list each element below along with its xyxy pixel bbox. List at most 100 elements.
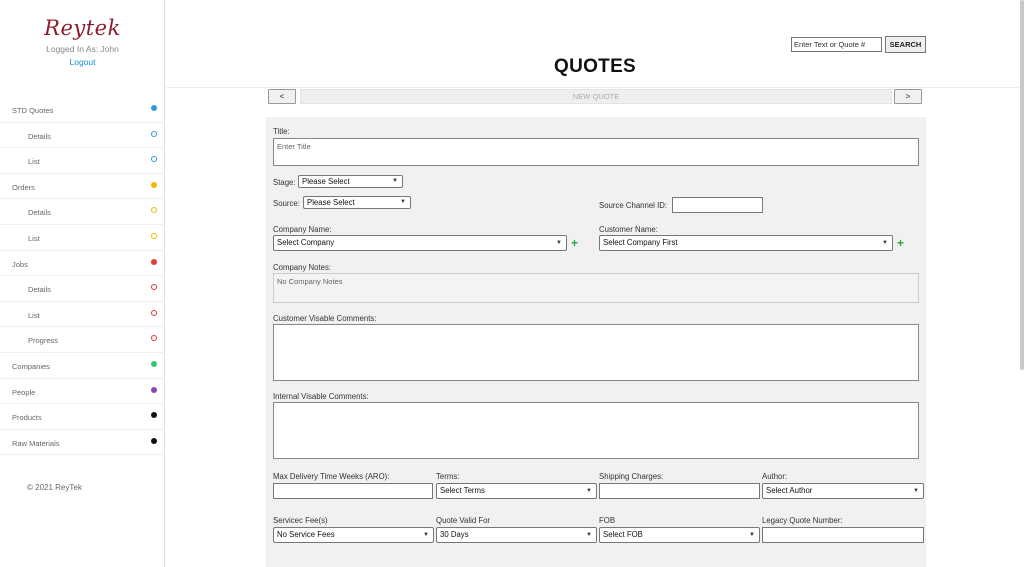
fob-select-value: Select FOB	[603, 530, 643, 539]
logged-in-label: Logged In As: John	[46, 44, 119, 54]
sidebar-item-list[interactable]: List	[0, 225, 165, 251]
page-title: QUOTES	[553, 56, 637, 77]
chevron-down-icon: ▼	[749, 532, 755, 538]
company-select-value: Select Company	[277, 238, 335, 247]
author-select[interactable]: Select Author ▼	[762, 483, 924, 499]
author-label: Author:	[762, 472, 788, 481]
dot-icon	[151, 360, 157, 367]
fob-label: FOB	[599, 516, 616, 525]
search-button[interactable]: SEARCH	[885, 36, 926, 53]
hollow-dot-icon	[151, 130, 157, 137]
logo: Reytek	[44, 16, 121, 40]
sidebar-item-label: Orders	[12, 182, 35, 192]
stage-label: Stage:	[273, 178, 296, 187]
company-notes-textarea	[273, 273, 919, 303]
source-channel-input[interactable]	[672, 197, 763, 213]
chevron-down-icon: ▼	[586, 488, 592, 494]
sidebar-item-raw-materials[interactable]: Raw Materials	[0, 430, 165, 456]
shipping-label: Shipping Charges:	[599, 472, 664, 481]
sidebar-item-label: Jobs	[12, 259, 28, 269]
sidebar-item-label: Details	[28, 285, 51, 295]
sidebar-item-orders[interactable]: Orders	[0, 174, 165, 200]
hollow-dot-icon	[151, 156, 157, 163]
sidebar-item-list[interactable]: List	[0, 302, 165, 328]
sidebar: Reytek Logged In As: John Logout STD Quo…	[0, 0, 165, 567]
stage-select[interactable]: Please Select ▼	[298, 175, 403, 188]
chevron-down-icon: ▼	[400, 199, 406, 205]
search-input[interactable]	[791, 37, 882, 52]
legacy-quote-label: Legacy Quote Number:	[762, 516, 843, 525]
legacy-quote-input[interactable]	[762, 527, 924, 543]
sidebar-item-progress[interactable]: Progress	[0, 327, 165, 353]
sidebar-item-details[interactable]: Details	[0, 276, 165, 302]
shipping-input[interactable]	[599, 483, 760, 499]
logout-link[interactable]: Logout	[0, 57, 165, 67]
quote-form: Title: Stage: Please Select ▼ Source: Pl…	[266, 117, 926, 567]
service-fee-label: Servicec Fee(s)	[273, 516, 328, 525]
max-delivery-label: Max Delivery Time Weeks (ARO):	[273, 472, 390, 481]
customer-comments-label: Customer Visable Comments:	[273, 314, 377, 323]
dot-icon	[151, 258, 157, 265]
customer-name-label: Customer Name:	[599, 225, 658, 234]
source-label: Source:	[273, 199, 300, 208]
sidebar-item-std-quotes[interactable]: STD Quotes	[0, 97, 165, 123]
dot-icon	[151, 105, 157, 111]
source-select[interactable]: Please Select ▼	[303, 196, 411, 209]
sidebar-item-list[interactable]: List	[0, 148, 165, 174]
page-scrollbar[interactable]	[1020, 0, 1024, 370]
customer-select-value: Select Company First	[603, 238, 678, 247]
title-input[interactable]	[273, 138, 919, 166]
sidebar-item-label: Raw Materials	[12, 438, 60, 448]
fob-select[interactable]: Select FOB ▼	[599, 527, 760, 543]
dot-icon	[151, 412, 157, 419]
customer-select[interactable]: Select Company First ▼	[599, 235, 893, 251]
hollow-dot-icon	[151, 207, 157, 214]
service-fee-select-value: No Service Fees	[277, 530, 335, 539]
quote-valid-select-value: 30 Days	[440, 530, 469, 539]
hollow-dot-icon	[151, 309, 157, 316]
internal-comments-label: Internal Visable Comments:	[273, 392, 369, 401]
quote-valid-select[interactable]: 30 Days ▼	[436, 527, 597, 543]
stage-select-value: Please Select	[302, 177, 350, 186]
prev-quote-button[interactable]: <	[268, 89, 296, 104]
sidebar-item-label: STD Quotes	[12, 106, 54, 115]
title-label: Title:	[273, 127, 290, 136]
sidebar-item-label: Companies	[12, 361, 50, 371]
sidebar-item-label: List	[28, 310, 40, 320]
header: SEARCH QUOTES	[166, 0, 1024, 88]
source-select-value: Please Select	[307, 198, 355, 207]
sidebar-item-people[interactable]: People	[0, 379, 165, 405]
sidebar-item-label: Details	[28, 131, 51, 141]
sidebar-item-details[interactable]: Details	[0, 199, 165, 225]
terms-select[interactable]: Select Terms ▼	[436, 483, 597, 499]
hollow-dot-icon	[151, 284, 157, 291]
sidebar-item-jobs[interactable]: Jobs	[0, 251, 165, 277]
internal-comments-textarea[interactable]	[273, 402, 919, 459]
next-quote-button[interactable]: >	[894, 89, 922, 104]
company-notes-label: Company Notes:	[273, 263, 332, 272]
new-quote-button[interactable]: NEW QUOTE	[300, 89, 892, 104]
hollow-dot-icon	[151, 232, 157, 239]
sidebar-item-label: List	[28, 157, 40, 167]
author-select-value: Select Author	[766, 486, 813, 495]
sidebar-item-products[interactable]: Products	[0, 404, 165, 430]
sidebar-item-details[interactable]: Details	[0, 123, 165, 149]
max-delivery-input[interactable]	[273, 483, 433, 499]
customer-comments-textarea[interactable]	[273, 324, 919, 381]
company-select[interactable]: Select Company ▼	[273, 235, 567, 251]
add-company-icon[interactable]: +	[571, 237, 578, 249]
service-fee-select[interactable]: No Service Fees ▼	[273, 527, 434, 543]
dot-icon	[151, 437, 157, 444]
dot-icon	[151, 386, 157, 393]
chevron-down-icon: ▼	[913, 488, 919, 494]
sidebar-item-label: Products	[12, 413, 42, 423]
chevron-down-icon: ▼	[392, 178, 398, 184]
terms-label: Terms:	[436, 472, 460, 481]
terms-select-value: Select Terms	[440, 486, 485, 495]
sidebar-item-companies[interactable]: Companies	[0, 353, 165, 379]
sidebar-item-label: Details	[28, 208, 51, 218]
add-customer-icon[interactable]: +	[897, 237, 904, 249]
chevron-down-icon: ▼	[556, 240, 562, 246]
chevron-down-icon: ▼	[882, 240, 888, 246]
chevron-down-icon: ▼	[586, 532, 592, 538]
